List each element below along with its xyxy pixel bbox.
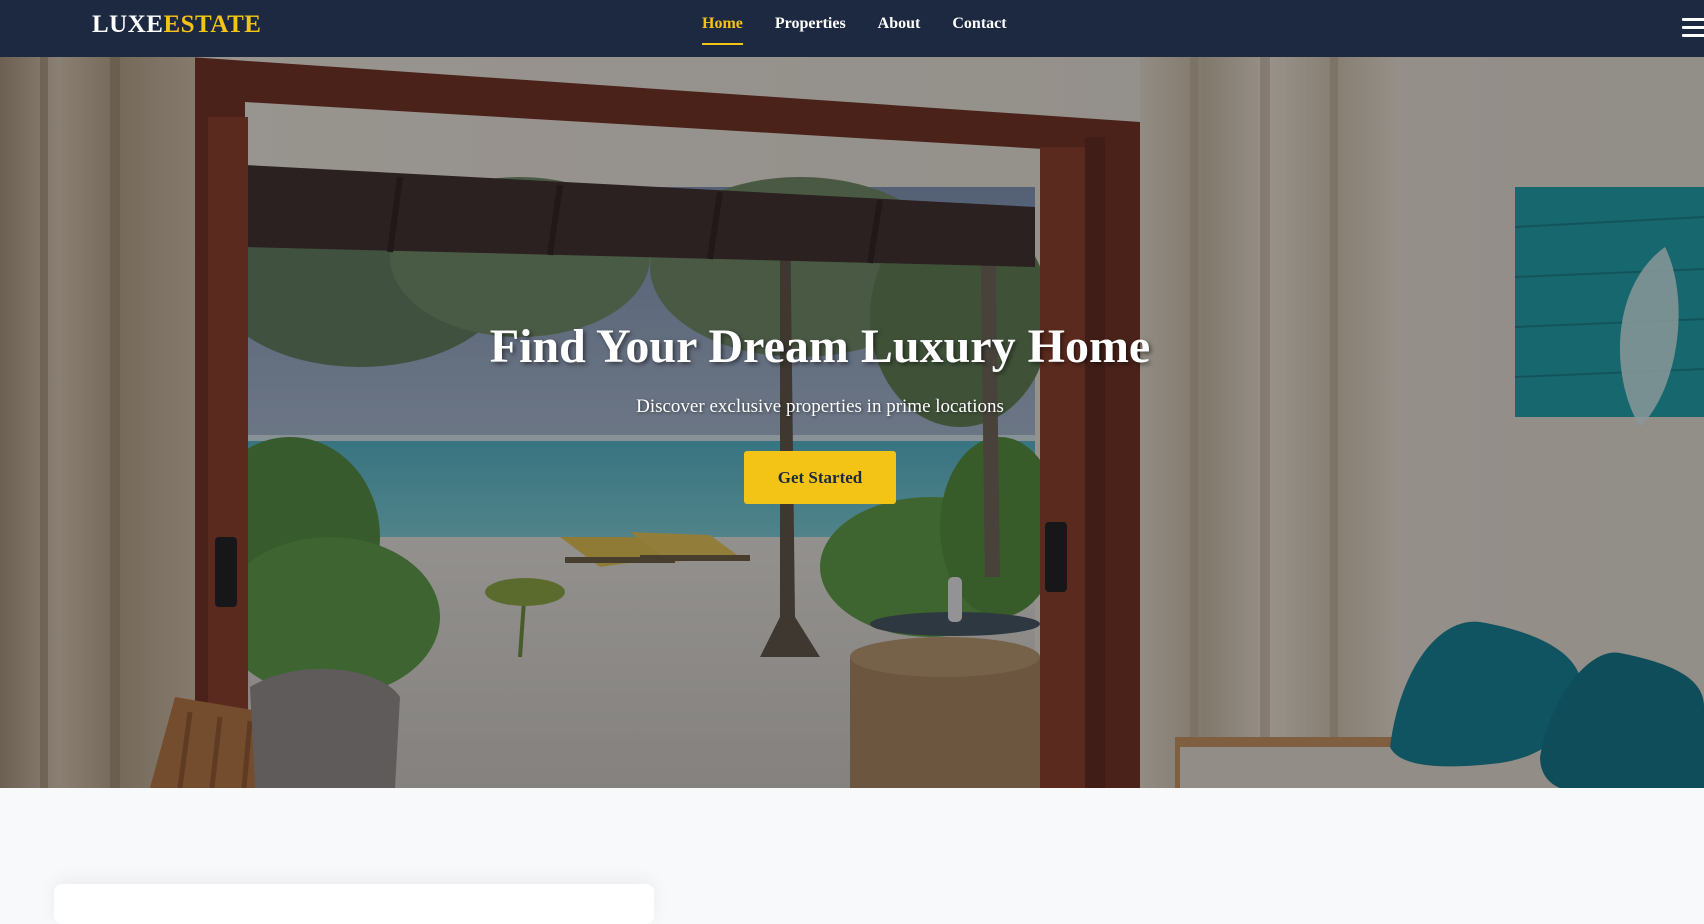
nav-link-about[interactable]: About — [878, 0, 921, 45]
top-navbar: LUXEESTATE Home Properties About Contact — [0, 0, 1704, 57]
logo-text-estate: ESTATE — [163, 11, 262, 38]
hamburger-menu-icon[interactable] — [1682, 16, 1704, 38]
nav-link-contact[interactable]: Contact — [952, 0, 1006, 45]
main-nav: Home Properties About Contact — [702, 0, 1039, 57]
nav-link-home[interactable]: Home — [702, 0, 743, 45]
hero-section: Find Your Dream Luxury Home Discover exc… — [0, 57, 1704, 788]
property-card-preview — [54, 884, 654, 924]
hero-subtitle: Discover exclusive properties in prime l… — [636, 396, 1004, 417]
hero-title: Find Your Dream Luxury Home — [489, 320, 1151, 373]
hero-dark-overlay — [0, 57, 1704, 788]
hamburger-bar — [1682, 34, 1704, 37]
get-started-button[interactable]: Get Started — [744, 451, 896, 504]
nav-link-properties[interactable]: Properties — [775, 0, 846, 45]
hamburger-bar — [1682, 18, 1704, 21]
logo-text-luxe: LUXE — [92, 11, 164, 38]
content-section — [0, 788, 1704, 924]
brand-logo[interactable]: LUXEESTATE — [92, 11, 261, 39]
hamburger-bar — [1682, 26, 1704, 29]
